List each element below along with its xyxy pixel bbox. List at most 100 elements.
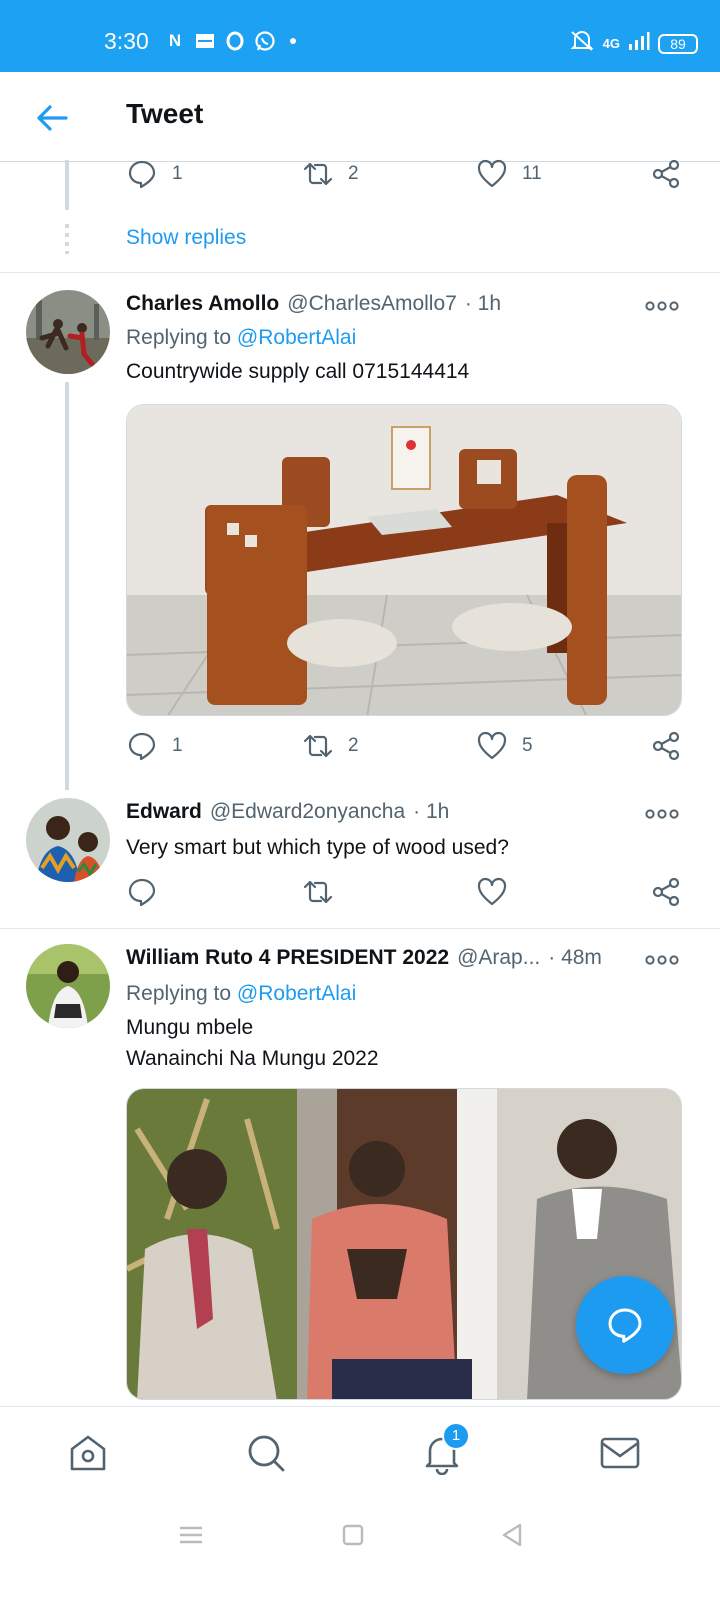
replying-to: Replying to @RobertAlai <box>126 326 356 350</box>
nav-messages[interactable] <box>598 1431 642 1475</box>
author-name[interactable]: Edward <box>126 800 202 824</box>
mute-icon <box>569 30 595 57</box>
reply-icon <box>128 878 156 907</box>
heart-icon <box>477 159 507 188</box>
retweet-count: 2 <box>348 163 359 184</box>
netflix-icon: N <box>168 31 182 50</box>
tweet-text: Very smart but which type of wood used? <box>126 836 509 859</box>
like-count: 5 <box>522 735 533 756</box>
share-button[interactable] <box>650 730 682 762</box>
retweet-icon <box>303 880 333 904</box>
heart-icon <box>477 731 507 760</box>
status-system-icons: 4G 89 <box>569 30 698 57</box>
signal-icon <box>628 31 650 56</box>
reply-icon <box>128 160 156 189</box>
tweet-time: · 1h <box>413 800 450 823</box>
tweet-author-line: Charles Amollo @CharlesAmollo7 · 1h <box>126 292 501 316</box>
system-navigation-bar <box>0 1500 720 1600</box>
opera-icon <box>224 30 246 52</box>
more-options-icon[interactable] <box>644 954 680 966</box>
like-button[interactable]: 5 <box>476 730 533 762</box>
back-button[interactable] <box>30 96 74 140</box>
reply-icon <box>128 732 156 761</box>
page-title: Tweet <box>126 98 204 129</box>
retweet-count: 2 <box>348 735 359 756</box>
like-count: 11 <box>522 163 542 184</box>
battery-indicator: 89 <box>658 33 698 54</box>
author-name[interactable]: William Ruto 4 PRESIDENT 2022 <box>126 946 449 970</box>
reply-count: 1 <box>172 163 183 184</box>
author-handle[interactable]: @Arap... <box>457 946 540 970</box>
retweet-button[interactable]: 2 <box>302 730 359 762</box>
retweet-icon <box>303 162 333 186</box>
reply-count: 1 <box>172 735 183 756</box>
share-icon <box>652 731 680 761</box>
messages-icon <box>600 1437 640 1469</box>
tweet-author-line: William Ruto 4 PRESIDENT 2022 @Arap... ·… <box>126 946 626 970</box>
network-type: 4G <box>602 36 620 51</box>
share-button[interactable] <box>650 876 682 908</box>
tweet-text-line: Wanainchi Na Mungu 2022 <box>126 1047 379 1070</box>
status-notification-icons: N <box>164 30 296 52</box>
tweet-time: · 48m <box>548 946 602 969</box>
replying-to: Replying to @RobertAlai <box>126 982 356 1006</box>
notification-badge: 1 <box>442 1422 470 1450</box>
show-replies-link[interactable]: Show replies <box>126 226 246 250</box>
tweet-text: Countrywide supply call 0715144414 <box>126 360 470 383</box>
tweet-text: Mungu mbele Wanainchi Na Mungu 2022 <box>126 1012 379 1074</box>
thread-line <box>65 382 69 790</box>
share-icon <box>652 159 680 189</box>
tweet-actions <box>126 876 696 916</box>
tweet-time: · 1h <box>464 292 502 315</box>
avatar-william-ruto[interactable] <box>26 944 110 1028</box>
author-handle[interactable]: @Edward2onyancha <box>210 800 405 824</box>
more-options-icon[interactable] <box>644 300 680 312</box>
home-system-icon[interactable] <box>338 1520 368 1550</box>
reply-button[interactable]: 1 <box>126 730 183 762</box>
like-button[interactable] <box>476 876 508 908</box>
heart-icon <box>477 877 507 906</box>
author-handle[interactable]: @CharlesAmollo7 <box>287 292 457 316</box>
retweet-button[interactable] <box>302 876 334 908</box>
share-icon <box>652 877 680 907</box>
retweet-button[interactable]: 2 <box>302 158 359 190</box>
status-bar: 3:30 N 4G 89 <box>0 0 720 72</box>
thread-dotted-line <box>65 224 69 254</box>
reply-bubble-icon <box>608 1308 642 1343</box>
reply-button[interactable] <box>126 876 158 908</box>
divider <box>0 272 720 273</box>
search-icon <box>248 1435 285 1472</box>
back-system-icon[interactable] <box>498 1520 528 1550</box>
tweet-actions: 1 2 5 <box>126 730 696 770</box>
replying-prefix: Replying to <box>126 326 232 349</box>
whatsapp-icon <box>254 30 276 52</box>
share-button[interactable] <box>650 158 682 190</box>
home-icon <box>70 1435 106 1471</box>
reply-button[interactable]: 1 <box>126 158 183 190</box>
more-options-icon[interactable] <box>644 808 680 820</box>
avatar-edward[interactable] <box>26 798 110 882</box>
like-button[interactable]: 11 <box>476 158 542 190</box>
status-time: 3:30 <box>104 28 149 54</box>
tweet-author-line: Edward @Edward2onyancha · 1h <box>126 800 449 824</box>
top-app-bar: Tweet <box>0 72 720 162</box>
replying-prefix: Replying to <box>126 982 232 1005</box>
replying-to-handle[interactable]: @RobertAlai <box>237 982 356 1005</box>
app-icon <box>194 30 216 52</box>
tweet-actions: 1 2 11 <box>126 158 696 198</box>
bottom-navigation <box>0 1406 720 1500</box>
arrow-left-icon <box>37 105 68 131</box>
compose-reply-button[interactable] <box>576 1276 674 1374</box>
recent-apps-icon[interactable] <box>176 1520 206 1550</box>
replying-to-handle[interactable]: @RobertAlai <box>237 326 356 349</box>
tweet-image-dining-table[interactable] <box>126 404 682 716</box>
nav-home[interactable] <box>66 1431 110 1475</box>
more-notifications-dot <box>290 38 296 44</box>
retweet-icon <box>303 734 333 758</box>
tweet-text-line: Mungu mbele <box>126 1016 254 1039</box>
divider <box>0 928 720 929</box>
thread-line <box>65 160 69 210</box>
nav-search[interactable] <box>244 1431 288 1475</box>
avatar-charles-amollo[interactable] <box>26 290 110 374</box>
author-name[interactable]: Charles Amollo <box>126 292 279 316</box>
